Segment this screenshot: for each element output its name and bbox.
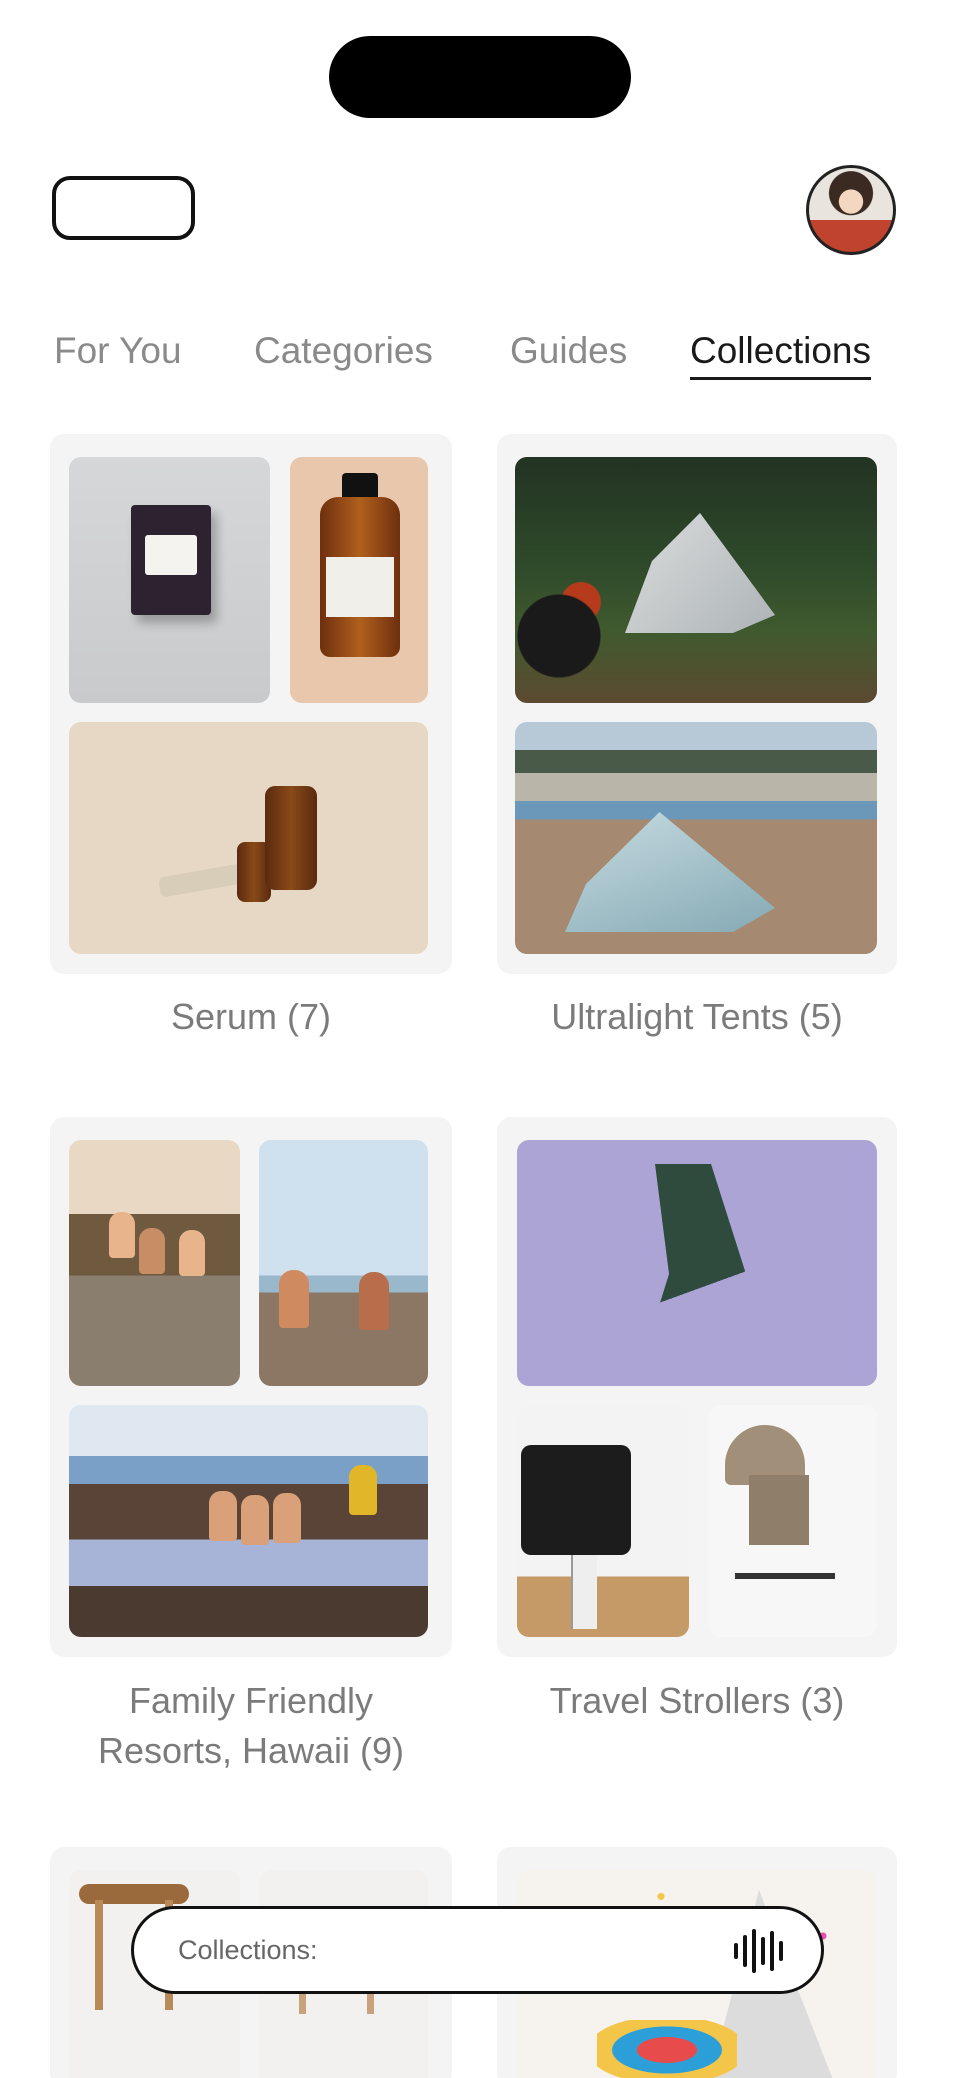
collection-image [515, 457, 877, 703]
tab-bar: For You Categories Guides Collections [0, 330, 953, 380]
user-avatar[interactable] [806, 165, 896, 255]
collection-card-travel-strollers[interactable] [497, 1117, 897, 1657]
tab-collections[interactable]: Collections [690, 330, 871, 380]
collection-title[interactable]: Family Friendly Resorts, Hawaii (9) [50, 1676, 452, 1776]
camera-notch [329, 36, 631, 118]
collection-image [69, 457, 270, 703]
search-input[interactable] [178, 1909, 698, 1991]
collection-card-family-resorts[interactable] [50, 1117, 452, 1657]
collection-title-line: Family Friendly [128, 1680, 374, 1721]
collection-image [69, 722, 428, 954]
tab-categories[interactable]: Categories [254, 330, 433, 372]
logo-placeholder[interactable] [52, 176, 195, 240]
voice-waveform-icon[interactable] [730, 1927, 790, 1975]
collection-title[interactable]: Travel Strollers (3) [497, 1676, 897, 1726]
collection-image [259, 1140, 428, 1386]
collection-card-ultralight-tents[interactable] [497, 434, 897, 974]
collection-image [290, 457, 428, 703]
tab-guides[interactable]: Guides [510, 330, 627, 372]
search-bar[interactable] [131, 1906, 824, 1994]
collection-title-line: Resorts, Hawaii (9) [97, 1730, 405, 1771]
collection-image [515, 722, 877, 954]
collection-image [517, 1405, 689, 1637]
collection-image [517, 1140, 877, 1386]
collection-image [69, 1405, 428, 1637]
collection-title[interactable]: Ultralight Tents (5) [497, 992, 897, 1042]
collection-image [709, 1405, 877, 1637]
collection-image [69, 1140, 240, 1386]
collection-title[interactable]: Serum (7) [50, 992, 452, 1042]
tab-for-you[interactable]: For You [54, 330, 182, 372]
collection-card-serum[interactable] [50, 434, 452, 974]
